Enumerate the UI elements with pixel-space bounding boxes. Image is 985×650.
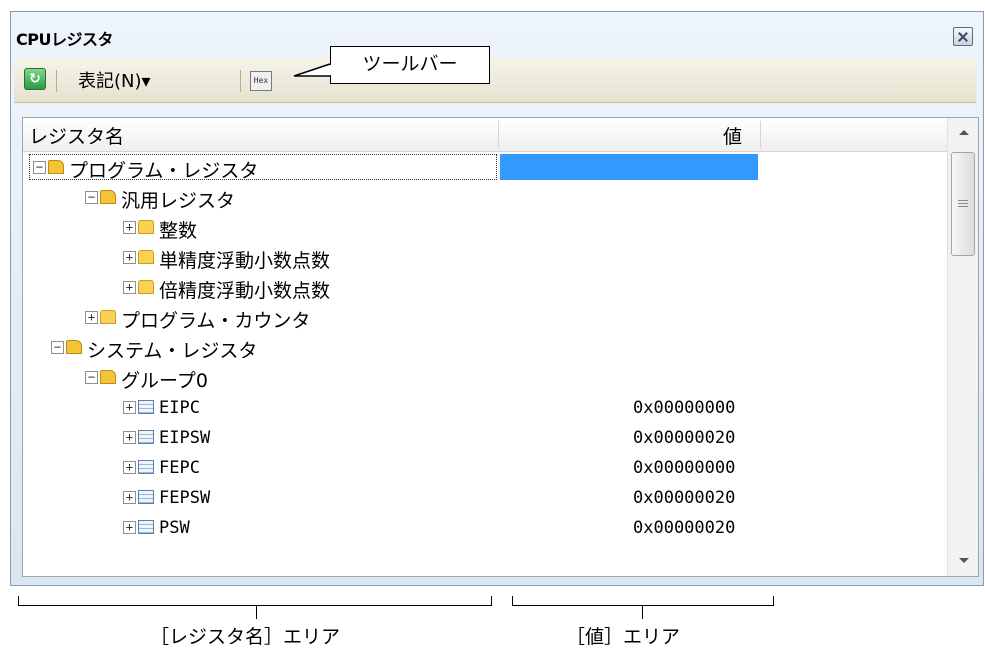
register-grid[interactable]: レジスタ名 値 − プログラム・レジスタ − 汎用レジスタ + 整数 + 単精度… bbox=[22, 117, 979, 577]
scroll-up-icon[interactable] bbox=[948, 118, 978, 148]
tree-row[interactable]: + EIPC 0x00000000 bbox=[23, 393, 947, 423]
column-header-name[interactable]: レジスタ名 bbox=[29, 122, 124, 149]
value-area-label: ［値］エリア bbox=[566, 626, 681, 648]
row-label: 整数 bbox=[159, 220, 198, 242]
tree-row[interactable]: + FEPSW 0x00000020 bbox=[23, 483, 947, 513]
row-label: システム・レジスタ bbox=[87, 340, 258, 362]
name-area-bracket bbox=[18, 596, 492, 606]
scroll-down-icon[interactable] bbox=[948, 546, 978, 576]
collapse-icon[interactable]: − bbox=[85, 371, 98, 384]
row-value[interactable]: 0x00000000 bbox=[633, 458, 735, 478]
expand-icon[interactable]: + bbox=[123, 431, 136, 444]
row-label: プログラム・カウンタ bbox=[121, 310, 311, 332]
row-label: プログラム・レジスタ bbox=[69, 160, 259, 182]
value-area-tick bbox=[642, 605, 643, 619]
grid-header: レジスタ名 値 bbox=[23, 118, 947, 152]
vertical-scrollbar[interactable] bbox=[947, 118, 978, 576]
expand-icon[interactable]: + bbox=[85, 311, 98, 324]
register-icon bbox=[138, 400, 154, 414]
folder-open-icon bbox=[66, 340, 82, 354]
folder-icon bbox=[138, 220, 154, 234]
row-label: 汎用レジスタ bbox=[121, 190, 236, 212]
tree-row[interactable]: + 単精度浮動小数点数 bbox=[23, 243, 947, 273]
collapse-icon[interactable]: − bbox=[33, 161, 46, 174]
folder-open-icon bbox=[100, 370, 116, 384]
row-label: グループ0 bbox=[121, 370, 208, 392]
tree-row[interactable]: + プログラム・カウンタ bbox=[23, 303, 947, 333]
folder-icon bbox=[138, 250, 154, 264]
expand-icon[interactable]: + bbox=[123, 521, 136, 534]
folder-open-icon bbox=[48, 160, 64, 174]
register-icon bbox=[138, 460, 154, 474]
tree-row[interactable]: − プログラム・レジスタ bbox=[23, 153, 947, 183]
collapse-icon[interactable]: − bbox=[51, 341, 64, 354]
row-value[interactable]: 0x00000000 bbox=[633, 398, 735, 418]
tree-row[interactable]: − 汎用レジスタ bbox=[23, 183, 947, 213]
expand-icon[interactable]: + bbox=[123, 251, 136, 264]
row-value[interactable]: 0x00000020 bbox=[633, 518, 735, 538]
collapse-icon[interactable]: − bbox=[85, 191, 98, 204]
value-area-bracket bbox=[512, 596, 774, 606]
row-label: FEPSW bbox=[159, 488, 211, 508]
tree-row[interactable]: + FEPC 0x00000000 bbox=[23, 453, 947, 483]
row-value[interactable]: 0x00000020 bbox=[633, 428, 735, 448]
tree-row[interactable]: + 倍精度浮動小数点数 bbox=[23, 273, 947, 303]
expand-icon[interactable]: + bbox=[123, 401, 136, 414]
row-label: 単精度浮動小数点数 bbox=[159, 250, 331, 272]
column-header-value[interactable]: 値 bbox=[723, 122, 742, 149]
row-label: EIPSW bbox=[159, 428, 211, 448]
tree-row[interactable]: − システム・レジスタ bbox=[23, 333, 947, 363]
row-value[interactable]: 0x00000020 bbox=[633, 488, 735, 508]
name-area-tick bbox=[256, 605, 257, 619]
folder-open-icon bbox=[100, 190, 116, 204]
folder-icon bbox=[100, 310, 116, 324]
selected-value-cell[interactable] bbox=[500, 154, 758, 180]
expand-icon[interactable]: + bbox=[123, 461, 136, 474]
row-label: FEPC bbox=[159, 458, 200, 478]
register-icon bbox=[138, 430, 154, 444]
expand-icon[interactable]: + bbox=[123, 221, 136, 234]
register-icon bbox=[138, 490, 154, 504]
tree-row[interactable]: + EIPSW 0x00000020 bbox=[23, 423, 947, 453]
row-label: EIPC bbox=[159, 398, 200, 418]
name-area-label: ［レジスタ名］エリア bbox=[150, 626, 341, 648]
register-icon bbox=[138, 520, 154, 534]
column-divider[interactable] bbox=[760, 121, 761, 148]
expand-icon[interactable]: + bbox=[123, 281, 136, 294]
tree-row[interactable]: − グループ0 bbox=[23, 363, 947, 393]
register-tree: − プログラム・レジスタ − 汎用レジスタ + 整数 + 単精度浮動小数点数 +… bbox=[23, 153, 947, 543]
grip-icon bbox=[958, 200, 968, 207]
column-divider[interactable] bbox=[498, 121, 499, 148]
tree-row[interactable]: + 整数 bbox=[23, 213, 947, 243]
expand-icon[interactable]: + bbox=[123, 491, 136, 504]
tree-row[interactable]: + PSW 0x00000020 bbox=[23, 513, 947, 543]
row-label: 倍精度浮動小数点数 bbox=[159, 280, 331, 302]
scroll-thumb[interactable] bbox=[951, 152, 975, 256]
folder-icon bbox=[138, 280, 154, 294]
row-label: PSW bbox=[159, 518, 190, 538]
